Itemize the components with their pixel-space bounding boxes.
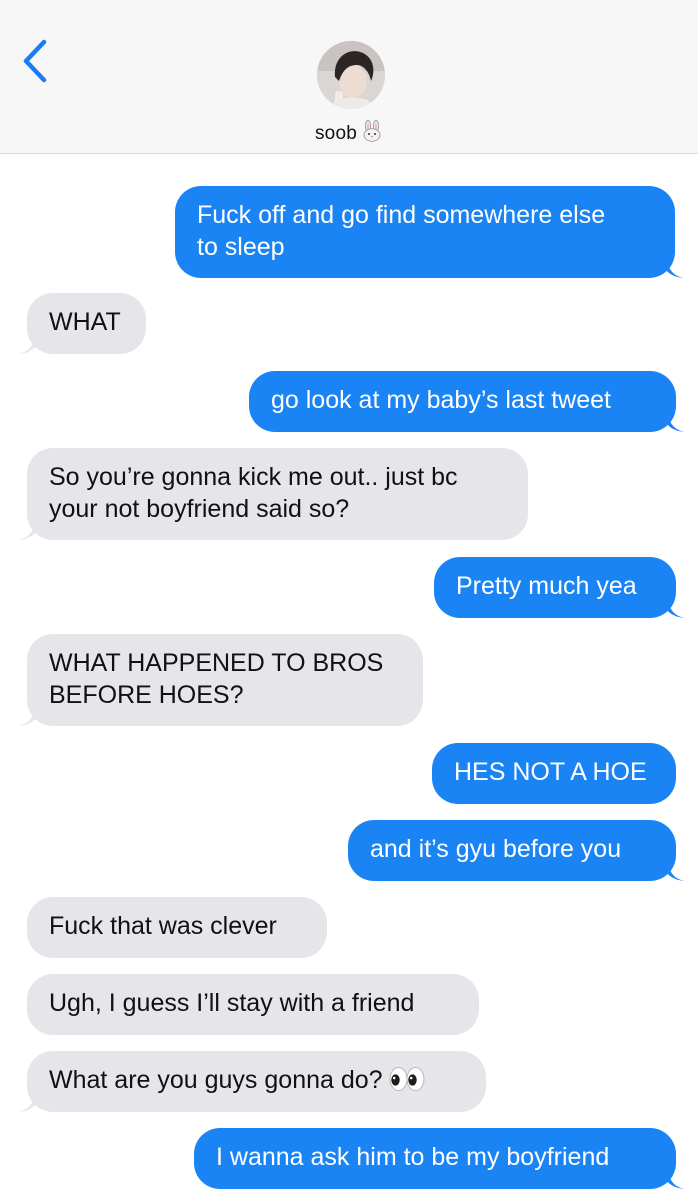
back-button[interactable] [14, 36, 58, 86]
outgoing-message-bubble[interactable]: go look at my baby’s last tweet [249, 371, 685, 432]
contact-name: soob [314, 123, 357, 144]
message-text: and it’s gyu before you [370, 835, 622, 863]
conversation-header: soob [0, 0, 698, 154]
incoming-message-bubble[interactable]: WHAT HAPPENED TO BROS BEFORE HOES? [18, 634, 423, 726]
message-text: go look at my baby’s last tweet [271, 386, 611, 414]
eyes-icon [389, 1066, 425, 1100]
chevron-left-icon [14, 36, 58, 86]
outgoing-message-bubble[interactable]: Pretty much yea [434, 557, 685, 618]
message-text: WHAT [49, 308, 121, 336]
message-text: to sleep [197, 233, 285, 261]
message-text: What are you guys gonna do? [49, 1066, 383, 1094]
outgoing-message-bubble[interactable]: Fuck off and go find somewhere else to s… [175, 186, 684, 278]
message-text: Ugh, I guess I’ll stay with a friend [49, 989, 415, 1017]
message-text: your not boyfriend said so? [49, 495, 350, 523]
outgoing-message-bubble[interactable]: and it’s gyu before you [348, 820, 685, 881]
message-text: HES NOT A HOE [454, 758, 647, 786]
message-text: So you’re gonna kick me out.. just bc [49, 463, 458, 491]
message-text: BEFORE HOES? [49, 681, 244, 709]
message-text: Fuck that was clever [49, 912, 277, 940]
message-text: I wanna ask him to be my boyfriend [216, 1143, 610, 1171]
avatar[interactable] [317, 41, 385, 109]
outgoing-message-bubble[interactable]: HES NOT A HOE [432, 743, 676, 804]
rabbit-face-icon [361, 120, 383, 148]
incoming-message-bubble[interactable]: Ugh, I guess I’ll stay with a friend [27, 974, 479, 1035]
outgoing-message-bubble[interactable]: I wanna ask him to be my boyfriend [194, 1128, 685, 1189]
incoming-message-bubble[interactable]: So you’re gonna kick me out.. just bc yo… [18, 448, 528, 540]
message-text: WHAT HAPPENED TO BROS [49, 649, 384, 677]
message-text: Fuck off and go find somewhere else [197, 201, 606, 229]
contact-name-row[interactable]: soob [0, 120, 698, 148]
incoming-message-bubble[interactable]: WHAT [18, 293, 146, 354]
messages-screen: soob Fuck off and go find somewhere else… [0, 0, 698, 1200]
incoming-message-bubble[interactable]: Fuck that was clever [27, 897, 327, 958]
incoming-message-bubble[interactable]: What are you guys gonna do? [18, 1051, 486, 1112]
message-text: Pretty much yea [456, 572, 637, 600]
